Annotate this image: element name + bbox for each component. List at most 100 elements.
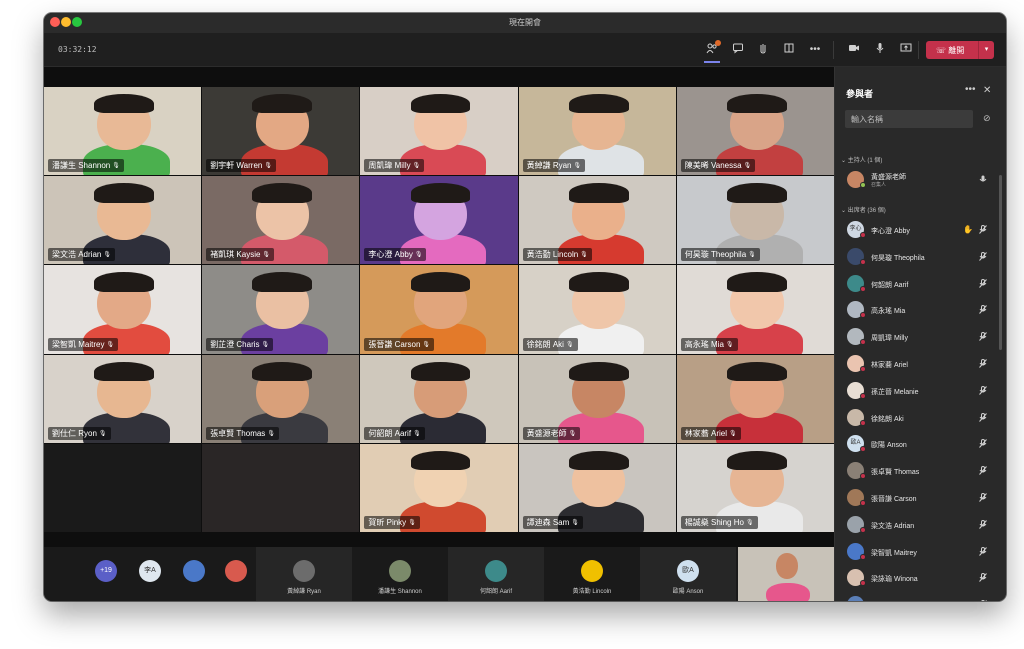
status-indicator [860, 500, 866, 506]
participant-name: 劉芷澄 Charis [210, 339, 260, 349]
camera-icon[interactable] [846, 42, 862, 58]
video-tile[interactable]: 梁文浩 Adrian 🎙 [44, 176, 202, 265]
toolbar-divider [833, 41, 834, 59]
video-tile[interactable]: 黃綽謙 Ryan 🎙 [518, 87, 676, 176]
title-bar: 現在開會 [44, 13, 1006, 33]
strip-participant[interactable]: 潘謙生 Shannon [352, 547, 448, 601]
mic-muted-icon[interactable] [979, 519, 987, 531]
mic-muted-icon[interactable] [979, 493, 987, 504]
rooms-icon[interactable] [781, 42, 797, 58]
video-tile[interactable]: 何韶朗 Aarif 🎙 [360, 354, 518, 443]
video-tile[interactable]: 李心澄 Abby 🎙 [360, 176, 518, 265]
more-icon[interactable]: ••• [965, 84, 976, 95]
video-tile[interactable]: 陳美晞 Vanessa 🎙 [676, 87, 834, 176]
participant-row[interactable]: 孫芷晉 Melanie [843, 378, 993, 404]
close-icon[interactable]: ✕ [983, 85, 991, 96]
share-invite-icon[interactable]: ⊘ [983, 113, 991, 124]
scrollbar[interactable] [999, 175, 1002, 350]
video-tile[interactable]: 劉仕仁 Ryon 🎙 [44, 354, 202, 443]
video-tile[interactable]: 張晉謙 Carson 🎙 [360, 265, 518, 354]
video-tile[interactable]: 賀昕 Pinky 🎙 [360, 443, 518, 532]
participant-video-hair [568, 94, 629, 114]
strip-participant[interactable]: 歐A 歐陽 Anson [640, 547, 736, 601]
mic-muted-icon[interactable] [979, 225, 987, 236]
chevron-down-icon[interactable]: ▾ [978, 41, 994, 59]
participant-row[interactable]: 梁智凱 Maitrey [843, 539, 993, 565]
video-tile[interactable]: 梁智凱 Maitrey 🎙 [44, 265, 202, 354]
strip-participant[interactable]: +19 [84, 547, 128, 601]
avatar [293, 560, 315, 582]
participant-row[interactable]: 何昊璇 Theophila [843, 244, 993, 270]
more-options-icon[interactable]: ••• [807, 42, 823, 58]
mic-muted-icon[interactable] [979, 385, 987, 397]
video-tile[interactable]: 劉宇軒 Warren 🎙 [202, 87, 360, 176]
video-tile[interactable]: 黃浩勤 Lincoln 🎙 [518, 176, 676, 265]
participant-name: 黃盛源老師 [526, 428, 567, 438]
mic-muted-icon[interactable] [979, 332, 987, 343]
strip-participant[interactable]: 黃浩勤 Lincoln [544, 547, 640, 601]
mic-muted-icon[interactable] [979, 600, 987, 601]
video-tile[interactable] [44, 443, 202, 532]
presenters-section-label[interactable]: ⌄ 主持人 (1 個) [841, 155, 882, 164]
mic-muted-icon[interactable] [979, 359, 987, 370]
video-tile[interactable]: 高永瑤 Mia 🎙 [676, 265, 834, 354]
participant-row[interactable]: 張晉謙 Carson [843, 485, 993, 511]
chat-icon[interactable] [730, 42, 746, 58]
video-tile[interactable]: 褚凱琪 Kaysie 🎙 [202, 176, 360, 265]
participant-name: 徐銘朗 Aki [871, 415, 904, 423]
participant-video-hair [568, 272, 629, 292]
video-tile[interactable]: 張卓賢 Thomas 🎙 [202, 354, 360, 443]
strip-participant[interactable] [172, 547, 216, 601]
attendees-section-label[interactable]: ⌄ 出席者 (36 個) [841, 205, 886, 214]
share-screen-icon[interactable] [898, 42, 914, 58]
participant-row[interactable]: 何韶朗 Aarif [843, 271, 993, 297]
participant-row[interactable]: 周凱瑋 Milly [843, 324, 993, 350]
strip-participant[interactable]: 黃綽謙 Ryan [256, 547, 352, 601]
strip-participant[interactable]: 李A [128, 547, 172, 601]
mic-muted-icon[interactable] [979, 466, 987, 477]
participant-name: 林家蕎 Ariel [684, 428, 728, 438]
mic-muted-icon[interactable] [979, 573, 987, 584]
mic-muted-icon: 🎙 [745, 519, 754, 526]
mic-muted-icon[interactable] [979, 305, 987, 316]
video-tile[interactable]: 黃盛源老師 🎙 [518, 354, 676, 443]
video-tile[interactable]: 周凱瑋 Milly 🎙 [360, 87, 518, 176]
mic-muted-icon[interactable] [979, 439, 987, 450]
video-tile[interactable]: 徐銘朗 Aki 🎙 [518, 265, 676, 354]
meeting-timer: 03:32:12 [58, 45, 97, 54]
strip-participant[interactable]: 何韶朗 Aarif [448, 547, 544, 601]
leave-button[interactable]: ☏ 離開 ▾ [926, 41, 994, 59]
participant-video-hair [410, 183, 471, 203]
video-tile[interactable]: 何昊璇 Theophila 🎙 [676, 176, 834, 265]
video-tile[interactable]: 劉芷澄 Charis 🎙 [202, 265, 360, 354]
self-view-video[interactable] [738, 547, 834, 601]
raise-hand-icon[interactable] [755, 42, 771, 58]
participant-row[interactable]: 陳美晞 Vanessa [843, 592, 993, 601]
video-tile[interactable]: 楊誠燊 Shing Ho 🎙 [676, 443, 834, 532]
mic-muted-icon[interactable] [979, 412, 987, 424]
participant-video-hair [252, 272, 313, 292]
video-tile[interactable]: 潘謙生 Shannon 🎙 [44, 87, 202, 176]
video-tile[interactable]: 林家蕎 Ariel 🎙 [676, 354, 834, 443]
participant-row-host[interactable]: 黃盛源老師 召集人 [843, 167, 993, 193]
video-name-tag: 高永瑤 Mia 🎙 [680, 337, 738, 351]
microphone-icon[interactable] [872, 42, 888, 58]
participant-row[interactable]: 李心 李心澄 Abby ✋ [843, 217, 993, 243]
video-tile[interactable]: 譚迪森 Sam 🎙 [518, 443, 676, 532]
strip-participant[interactable] [216, 547, 256, 601]
participants-icon[interactable] [704, 40, 721, 63]
mic-muted-icon[interactable] [979, 546, 987, 558]
mic-muted-icon[interactable] [979, 251, 987, 263]
participant-row[interactable]: 徐銘朗 Aki [843, 405, 993, 431]
participant-row[interactable]: 梁詠瑜 Winona [843, 565, 993, 591]
mic-muted-icon[interactable] [979, 278, 987, 290]
participant-row[interactable]: 高永瑤 Mia [843, 297, 993, 323]
participant-row[interactable]: 梁文浩 Adrian [843, 512, 993, 538]
participant-search-input[interactable] [845, 110, 973, 128]
mic-muted-icon: 🎙 [725, 341, 734, 348]
participant-name: 劉仕仁 Ryon [52, 428, 97, 438]
video-tile[interactable] [202, 443, 360, 532]
participant-row[interactable]: 張卓賢 Thomas [843, 458, 993, 484]
participant-row[interactable]: 林家蕎 Ariel [843, 351, 993, 377]
participant-row[interactable]: 歐A 歐陽 Anson [843, 431, 993, 457]
